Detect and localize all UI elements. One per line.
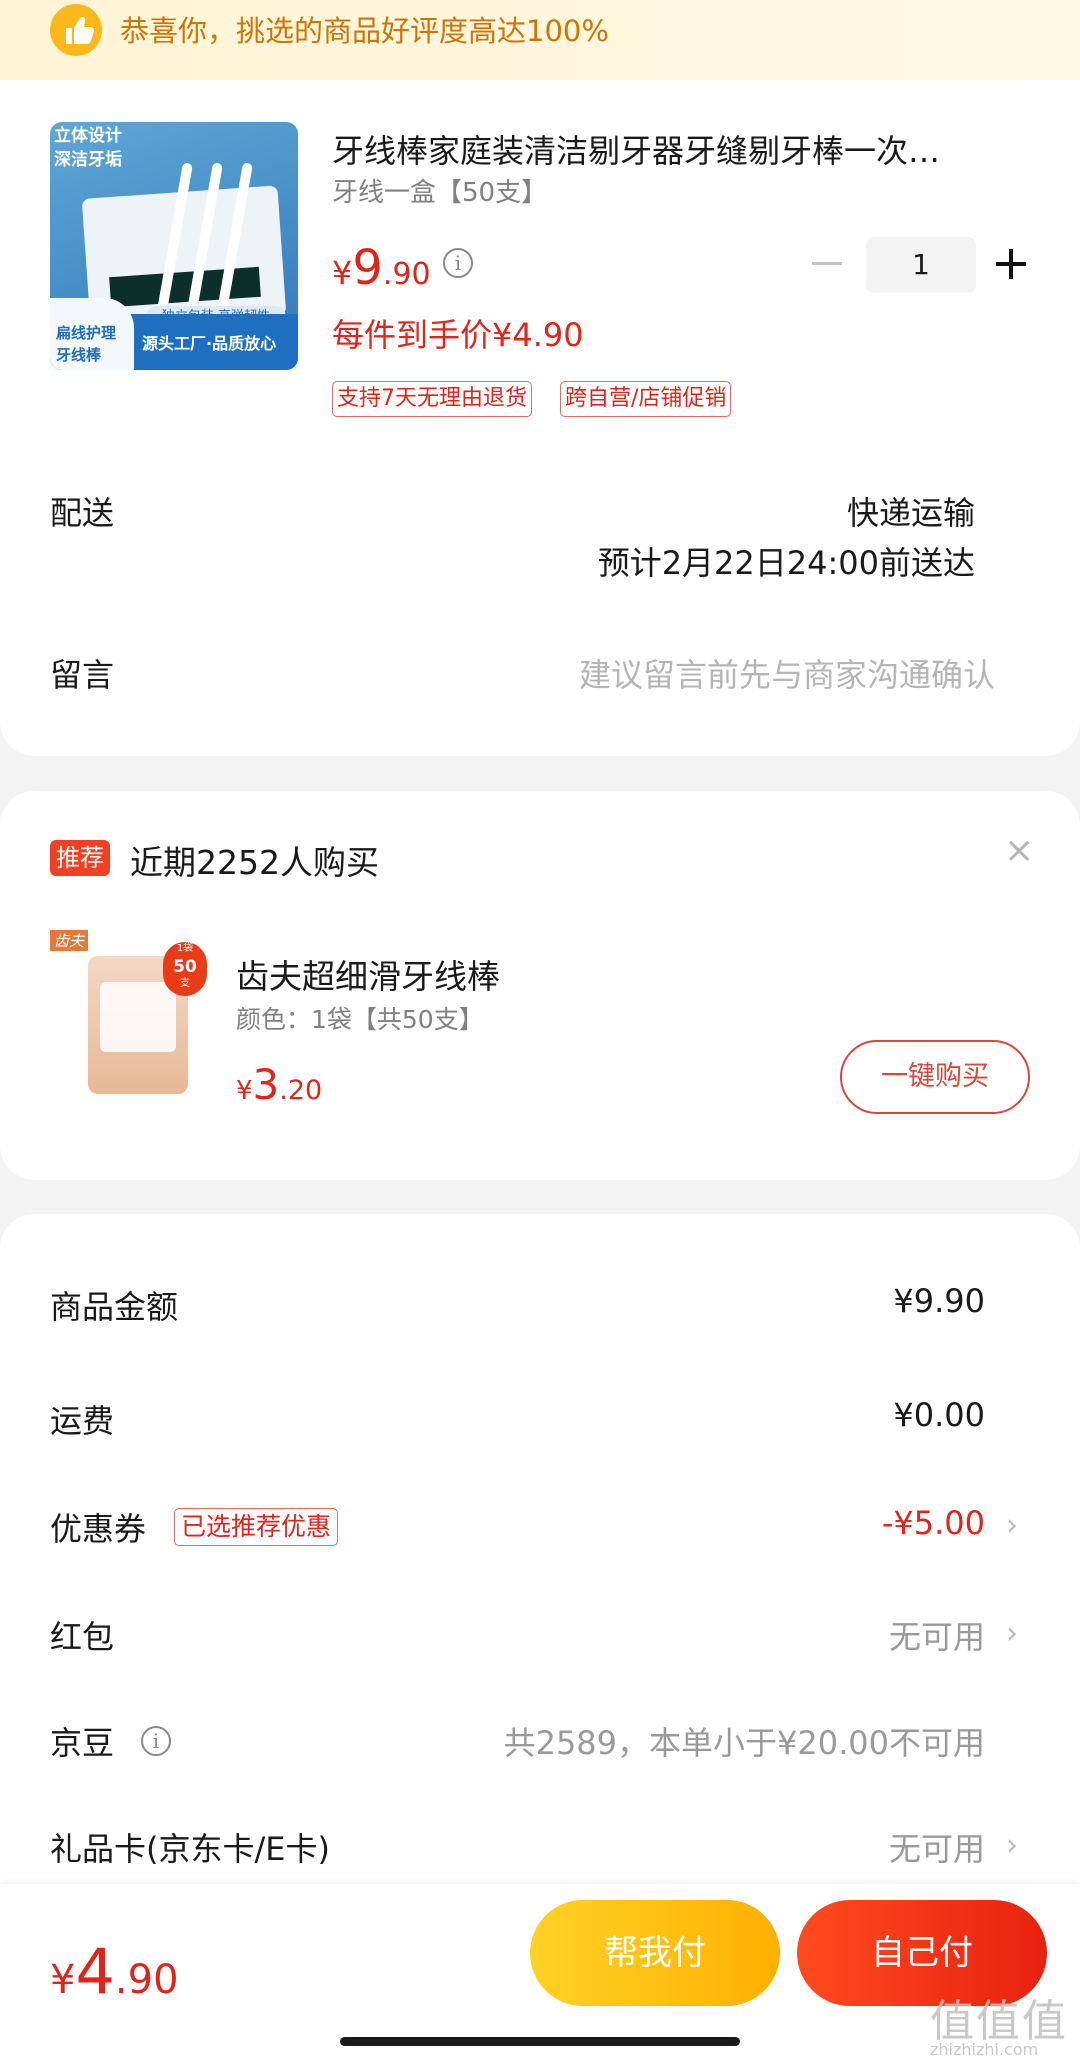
coupon-label[interactable]: 优惠券 (50, 1504, 146, 1550)
unit-price: 每件到手价¥4.90 (332, 316, 584, 354)
thumbs-up-icon (50, 4, 102, 56)
home-indicator[interactable] (340, 2037, 740, 2046)
shipping-value: ¥0.00 (893, 1396, 985, 1434)
delivery-label: 配送 (50, 494, 115, 532)
order-total: ¥4.90 (50, 1935, 179, 2008)
recommend-product-price: ¥3.20 (236, 1060, 323, 1109)
plus-icon[interactable] (1009, 249, 1013, 279)
coupon-selected-tag: 已选推荐优惠 (174, 1508, 339, 1546)
price-info-icon[interactable]: i (443, 248, 473, 278)
close-icon[interactable]: × (1004, 830, 1034, 871)
praise-text: 恭喜你，挑选的商品好评度高达100% (120, 14, 609, 48)
delivery-method[interactable]: 快递运输 (847, 488, 975, 534)
product-image-ribbon-text: 源头工厂·品质放心 (142, 334, 277, 353)
shipping-label: 运费 (50, 1402, 115, 1440)
red-packet-label[interactable]: 红包 (50, 1612, 114, 1658)
return-policy-tag: 支持7天无理由退货 (332, 381, 532, 417)
quantity-input[interactable]: 1 (866, 237, 976, 293)
product-image[interactable]: 立体设计 深洁牙垢 独立包装 高弹韧性 扁线护理 牙线棒 源头工厂·品质放心 (50, 122, 298, 370)
product-image-headline: 立体设计 深洁牙垢 (54, 126, 122, 170)
message-input[interactable]: 建议留言前先与商家沟通确认 (579, 650, 995, 696)
jingdou-info-icon[interactable]: i (141, 1726, 171, 1756)
message-label: 留言 (50, 656, 115, 694)
red-packet-value[interactable]: 无可用 (889, 1612, 985, 1658)
product-image-corner-text: 扁线护理 牙线棒 (56, 324, 117, 364)
recommend-product-name[interactable]: 齿夫超细滑牙线棒 (236, 950, 500, 998)
jingdou-value: 共2589，本单小于¥20.00不可用 (503, 1724, 985, 1762)
delivery-eta[interactable]: 预计2月22日24:00前送达 (598, 538, 975, 584)
one-click-buy-button[interactable]: 一键购买 (840, 1040, 1030, 1114)
product-price: ¥9.90 (332, 240, 431, 296)
recommend-badge: 推荐 (50, 840, 110, 876)
floss-pack-window (100, 982, 176, 1052)
recommend-title: 近期2252人购买 (130, 843, 379, 882)
gift-card-label[interactable]: 礼品卡(京东卡/E卡) (50, 1824, 330, 1870)
chevron-right-icon[interactable]: › (1006, 1828, 1018, 1863)
coupon-value[interactable]: -¥5.00 (882, 1504, 985, 1542)
quantity-decrease-button[interactable] (812, 262, 842, 265)
goods-amount-value: ¥9.90 (893, 1282, 985, 1320)
product-spec[interactable]: 牙线一盒【50支】 (332, 172, 547, 209)
product-title[interactable]: 牙线棒家庭装清洁剔牙器牙缝剔牙棒一次… (332, 126, 1022, 172)
recommend-brand-tag: 齿夫 (50, 930, 89, 951)
goods-amount-label: 商品金额 (50, 1288, 179, 1326)
recommend-product-image[interactable]: 齿夫 1袋 50 支 (50, 930, 210, 1100)
count-badge: 1袋 50 支 (163, 942, 207, 996)
help-me-pay-button[interactable]: 帮我付 (530, 1900, 780, 2006)
promotion-tag: 跨自营/店铺促销 (560, 381, 732, 417)
recommend-product-spec: 颜色：1袋【共50支】 (236, 1005, 484, 1034)
jingdou-label: 京豆 (50, 1724, 115, 1762)
gift-card-value[interactable]: 无可用 (889, 1824, 985, 1870)
watermark-url: zhizhizhi.com (930, 2040, 1039, 2059)
chevron-right-icon[interactable]: › (1006, 1508, 1018, 1543)
chevron-right-icon[interactable]: › (1006, 1616, 1018, 1651)
